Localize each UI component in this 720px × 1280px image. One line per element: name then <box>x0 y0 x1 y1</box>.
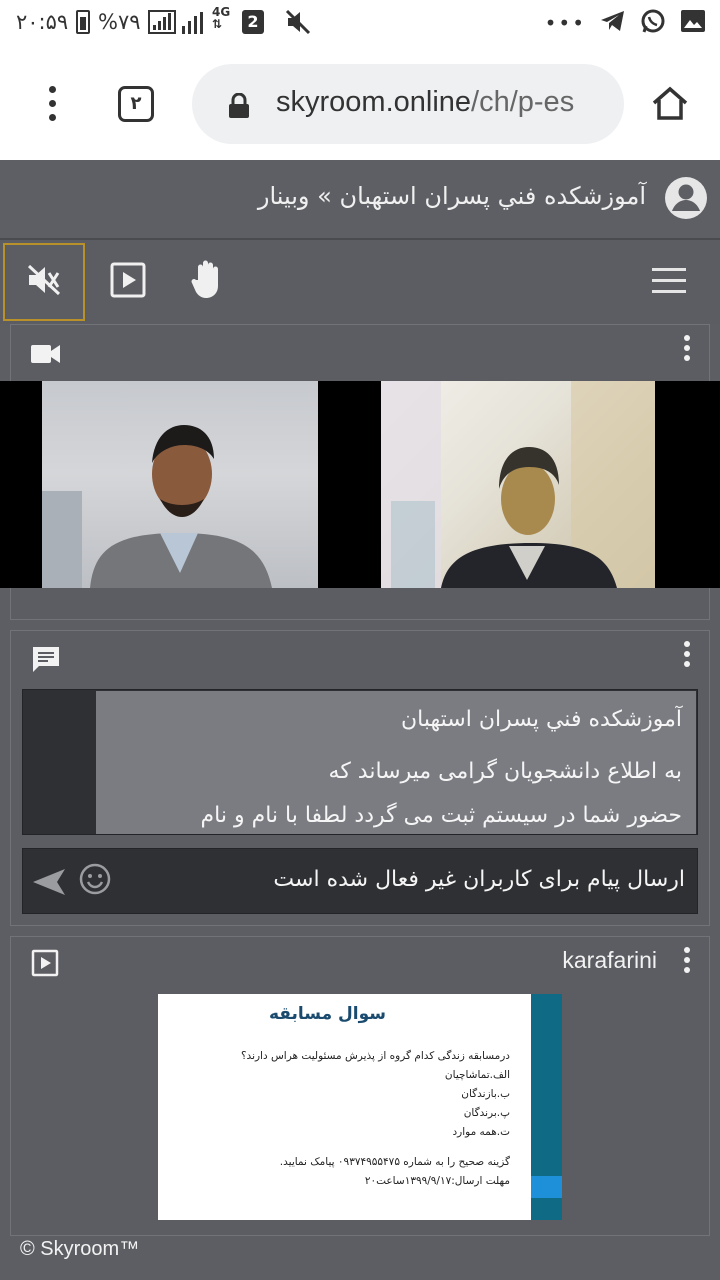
participant-2-image <box>381 381 655 588</box>
slide-option: ب.بازندگان <box>461 1088 510 1100</box>
video-strip <box>0 381 720 588</box>
clock: ۲۰:۵۹ <box>16 10 69 34</box>
battery-percent: %۷۹ <box>98 10 141 34</box>
slide-option: پ.برندگان <box>463 1107 510 1119</box>
slide-option: ت.همه موارد <box>452 1126 510 1138</box>
signal-icon <box>148 10 176 34</box>
browser-toolbar: ۲ skyroom.online/ch/p-es <box>0 48 720 160</box>
chat-message-line: حضور شما در سیستم ثبت می گردد لطفا با نا… <box>200 803 682 828</box>
network-type: 4G ⇅ <box>212 5 231 31</box>
slide-option: الف.تماشاچیان <box>444 1069 510 1081</box>
hamburger-menu-icon[interactable] <box>652 268 686 294</box>
slide-title: سوال مسابقه <box>268 1004 386 1024</box>
tab-switcher-button[interactable]: ۲ <box>118 86 154 122</box>
media-player-button[interactable] <box>110 262 146 302</box>
participant-video-2[interactable] <box>381 381 655 588</box>
room-toolbar <box>0 240 720 324</box>
footer-copyright: © Skyroom™ <box>20 1238 140 1260</box>
chat-icon <box>31 645 61 677</box>
more-notifications-icon: ••• <box>544 11 586 35</box>
chat-panel-options-icon[interactable] <box>683 641 691 667</box>
chat-message-line: به اطلاع دانشجویان گرامی میرساند که <box>328 759 682 784</box>
speaker-off-icon <box>26 263 62 301</box>
gallery-icon <box>680 9 706 37</box>
chat-input-bar: ارسال پیام برای کاربران غیر فعال شده است <box>22 848 698 914</box>
participant-video-1[interactable] <box>42 381 318 588</box>
raise-hand-button[interactable] <box>190 258 226 304</box>
room-title: آموزشکده فني پسران استهبان » وبینار <box>257 182 646 210</box>
presentation-icon <box>31 949 59 981</box>
lock-icon <box>228 92 250 123</box>
whatsapp-icon <box>640 8 666 38</box>
chat-message: آموزشکده فني پسران استهبان به اطلاع دانش… <box>96 691 696 834</box>
speaker-mute-button[interactable] <box>3 243 85 321</box>
chat-disabled-notice: ارسال پیام برای کاربران غیر فعال شده است <box>273 867 685 892</box>
sim-badge: 2 <box>242 10 264 34</box>
presentation-slide: سوال مسابقه درمسابقه زندگی کدام گروه از … <box>158 994 562 1220</box>
slide-deadline: مهلت ارسال:۱۳۹۹/۹/۱۷ساعت۲۰ <box>364 1175 510 1187</box>
home-icon[interactable] <box>650 84 690 128</box>
emoji-icon[interactable] <box>79 863 111 899</box>
slide-side-bar <box>531 994 562 1220</box>
slide-instruction: گزینه صحیح را به شماره ۰۹۳۷۴۹۵۵۴۷۵ پیامک… <box>279 1156 510 1168</box>
presentation-options-icon[interactable] <box>683 947 691 973</box>
slide-question: درمسابقه زندگی کدام گروه از پذیرش مسئولی… <box>240 1050 510 1062</box>
send-icon[interactable] <box>31 867 67 901</box>
muted-icon <box>284 8 312 40</box>
telegram-icon <box>600 9 626 37</box>
room-header: آموزشکده فني پسران استهبان » وبینار <box>0 160 720 240</box>
url-text: skyroom.online/ch/p-es <box>276 86 575 118</box>
participant-1-image <box>42 425 272 588</box>
presentation-name: karafarini <box>562 947 657 973</box>
battery-icon <box>76 10 90 34</box>
address-bar[interactable]: skyroom.online/ch/p-es <box>192 64 624 144</box>
status-bar: ۲۰:۵۹ %۷۹ 4G ⇅ 2 ••• <box>0 0 720 48</box>
browser-menu-icon[interactable] <box>44 86 60 126</box>
video-panel-options-icon[interactable] <box>683 335 691 361</box>
user-avatar-icon[interactable] <box>664 176 708 224</box>
chat-message-line: آموزشکده فني پسران استهبان <box>401 707 682 732</box>
video-camera-icon <box>31 343 61 369</box>
